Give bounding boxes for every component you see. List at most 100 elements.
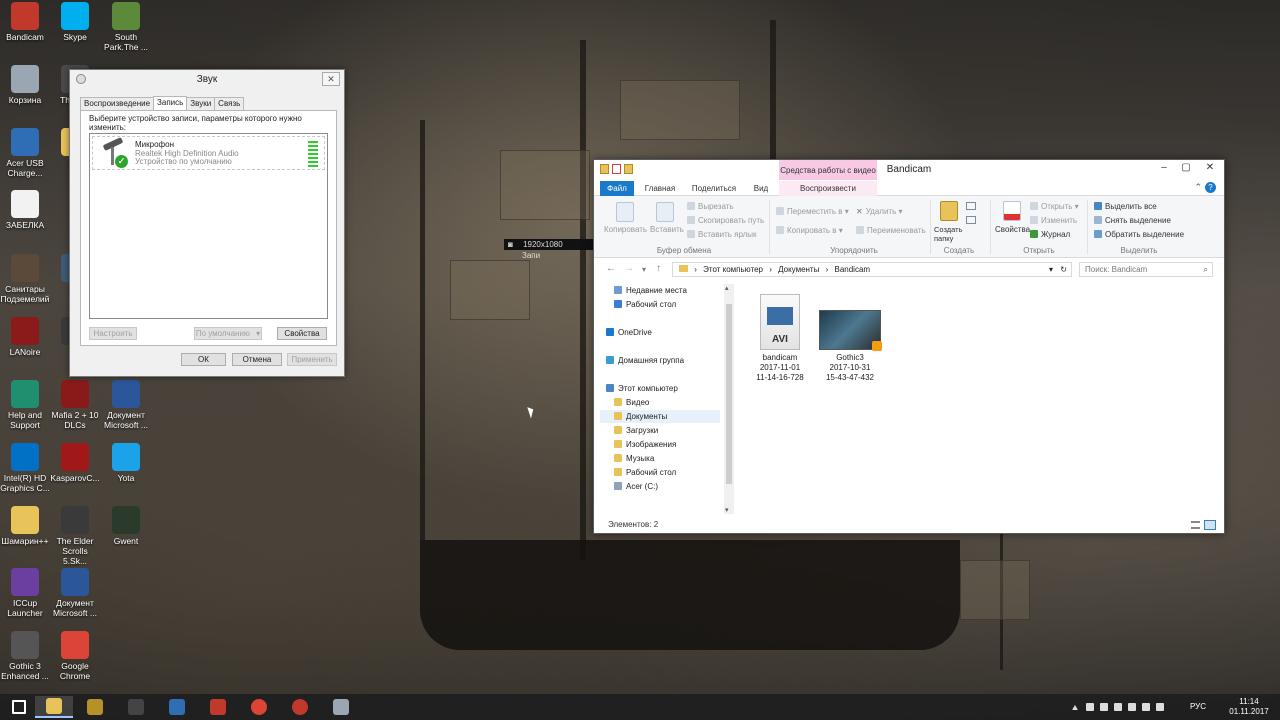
desktop-icon[interactable]: Документ Microsoft ... [101,380,151,430]
help-icon[interactable]: ? [1205,182,1216,193]
new-item-icon[interactable] [966,202,976,210]
desktop-icon[interactable]: KasparovC... [50,443,100,483]
scroll-thumb[interactable] [726,304,732,484]
search-input[interactable]: Поиск: Bandicam ⌕ [1079,262,1213,277]
desktop-icon[interactable]: Bandicam [0,2,50,42]
up-icon[interactable]: ↑ [656,263,661,274]
copy-button[interactable]: Копировать [604,225,647,234]
back-icon[interactable]: ← [606,263,616,274]
open-button[interactable]: Открыть ▾ [1030,202,1079,211]
language-indicator[interactable]: РУС [1190,702,1206,711]
breadcrumb-this-pc[interactable]: Этот компьютер [703,265,763,274]
desktop-icon[interactable]: Gothic 3 Enhanced ... [0,631,50,681]
chevron-down-icon[interactable]: ▾ [1049,263,1053,276]
desktop-icon[interactable]: Шамарин++ [0,506,50,546]
desktop-icon[interactable]: Санитары Подземелий [0,254,50,304]
desktop-icon[interactable]: Документ Microsoft ... [50,568,100,618]
taskbar-sound[interactable] [322,696,360,718]
ok-button[interactable]: ОК [181,353,226,366]
desktop-icon[interactable]: Google Chrome [50,631,100,681]
desktop-icon[interactable]: Intel(R) HD Graphics C... [0,443,50,493]
nav-item[interactable]: Недавние места [600,284,720,297]
device-list[interactable]: ✓ Микрофон Realtek High Definition Audio… [89,133,328,319]
select-all-button[interactable]: Выделить все [1094,202,1157,211]
clock[interactable]: 11:14 01.11.2017 [1228,697,1270,717]
paste-icon[interactable] [656,202,674,222]
cut-button[interactable]: Вырезать [687,202,734,211]
set-default-button[interactable]: По умолчанию ▾ [194,327,262,340]
wifi-icon[interactable] [1128,703,1136,711]
new-folder-button[interactable]: Создать папку [934,225,968,243]
desktop-icon[interactable]: Skype [50,2,100,42]
scroll-up-icon[interactable]: ▴ [725,284,729,292]
explorer-titlebar[interactable]: Средства работы с видео Bandicam – ▢ ✕ [594,160,1224,180]
copy-to-button[interactable]: Копировать в ▾ [776,226,843,235]
tab-share[interactable]: Поделиться [688,181,740,196]
new-folder-icon[interactable] [940,201,958,221]
desktop-icon[interactable]: Help and Support [0,380,50,430]
properties-button[interactable]: Свойства [277,327,327,340]
desktop-icon[interactable]: Yota [101,443,151,483]
tab-play[interactable]: Воспроизвести [779,181,877,196]
notification-icon[interactable] [1156,703,1164,711]
taskbar-app-2[interactable] [76,696,114,718]
paste-shortcut-button[interactable]: Вставить ярлык [687,230,757,239]
properties-icon[interactable] [1003,201,1021,221]
desktop-icon[interactable]: Mafia 2 + 10 DLCs [50,380,100,430]
nav-item[interactable]: Этот компьютер [600,382,720,395]
nav-item[interactable]: Домашняя группа [600,354,720,367]
move-to-button[interactable]: Переместить в ▾ [776,207,849,216]
properties-button[interactable]: Свойства [995,225,1030,234]
nav-item[interactable]: Изображения [600,438,720,451]
navigation-pane[interactable]: Недавние места Рабочий стол OneDrive Домашн… [600,284,726,514]
nav-item[interactable]: Музыка [600,452,720,465]
edit-button[interactable]: Изменить [1030,216,1077,225]
sound-dialog-titlebar[interactable]: Звук ✕ [70,70,344,90]
nav-item[interactable]: Рабочий стол [600,298,720,311]
paste-button[interactable]: Вставить [650,225,684,234]
details-view-icon[interactable] [1191,521,1200,529]
desktop-icon[interactable]: Acer USB Charge... [0,128,50,178]
nav-item[interactable]: Рабочий стол [600,466,720,479]
nav-item[interactable]: OneDrive [600,326,720,339]
nav-scrollbar[interactable]: ▴ ▾ [724,284,734,514]
close-button[interactable]: ✕ [1200,160,1220,176]
tab-playback[interactable]: Воспроизведение [80,97,155,110]
tab-recording[interactable]: Запись [153,96,188,110]
invert-selection-button[interactable]: Обратить выделение [1094,230,1184,239]
taskbar-chrome[interactable] [240,696,278,718]
taskbar-explorer[interactable] [35,696,73,718]
cancel-button[interactable]: Отмена [232,353,282,366]
recent-dropdown-icon[interactable]: ▾ [642,265,646,274]
scroll-down-icon[interactable]: ▾ [725,506,729,514]
taskbar-app-3[interactable] [117,696,155,718]
apply-button[interactable]: Применить [287,353,337,366]
nav-item[interactable]: Видео [600,396,720,409]
close-button[interactable]: ✕ [322,72,340,86]
history-button[interactable]: Журнал [1030,230,1070,239]
taskbar-app-4[interactable] [158,696,196,718]
easy-access-icon[interactable] [966,216,976,224]
taskbar-app-5[interactable] [199,696,237,718]
desktop-icon[interactable]: Корзина [0,65,50,105]
breadcrumb-documents[interactable]: Документы [778,265,819,274]
battery-icon[interactable] [1100,703,1108,711]
volume-icon[interactable] [1142,703,1150,711]
desktop-icon[interactable]: ЗАБЕЛКА [0,190,50,230]
breadcrumb-bandicam[interactable]: Bandicam [835,265,871,274]
tab-sounds[interactable]: Звуки [186,97,216,110]
tab-view[interactable]: Вид [748,181,774,196]
refresh-icon[interactable]: ↻ [1060,263,1067,276]
desktop-icon[interactable]: South Park.The ... [101,2,151,52]
taskbar-bandicam[interactable] [281,696,319,718]
bluetooth-icon[interactable] [1114,703,1122,711]
nav-item[interactable]: Acer (C:) [600,480,720,493]
address-bar[interactable]: › Этот компьютер › Документы › Bandicam … [672,262,1072,277]
nav-item[interactable]: Документы [600,410,720,423]
large-icons-view-icon[interactable] [1204,520,1216,530]
desktop-icon[interactable]: Gwent [101,506,151,546]
rename-button[interactable]: Переименовать [856,226,926,235]
tab-communications[interactable]: Связь [214,97,245,110]
device-microphone[interactable]: ✓ Микрофон Realtek High Definition Audio… [92,136,325,170]
chevron-up-icon[interactable]: ⌃ [1194,182,1202,193]
